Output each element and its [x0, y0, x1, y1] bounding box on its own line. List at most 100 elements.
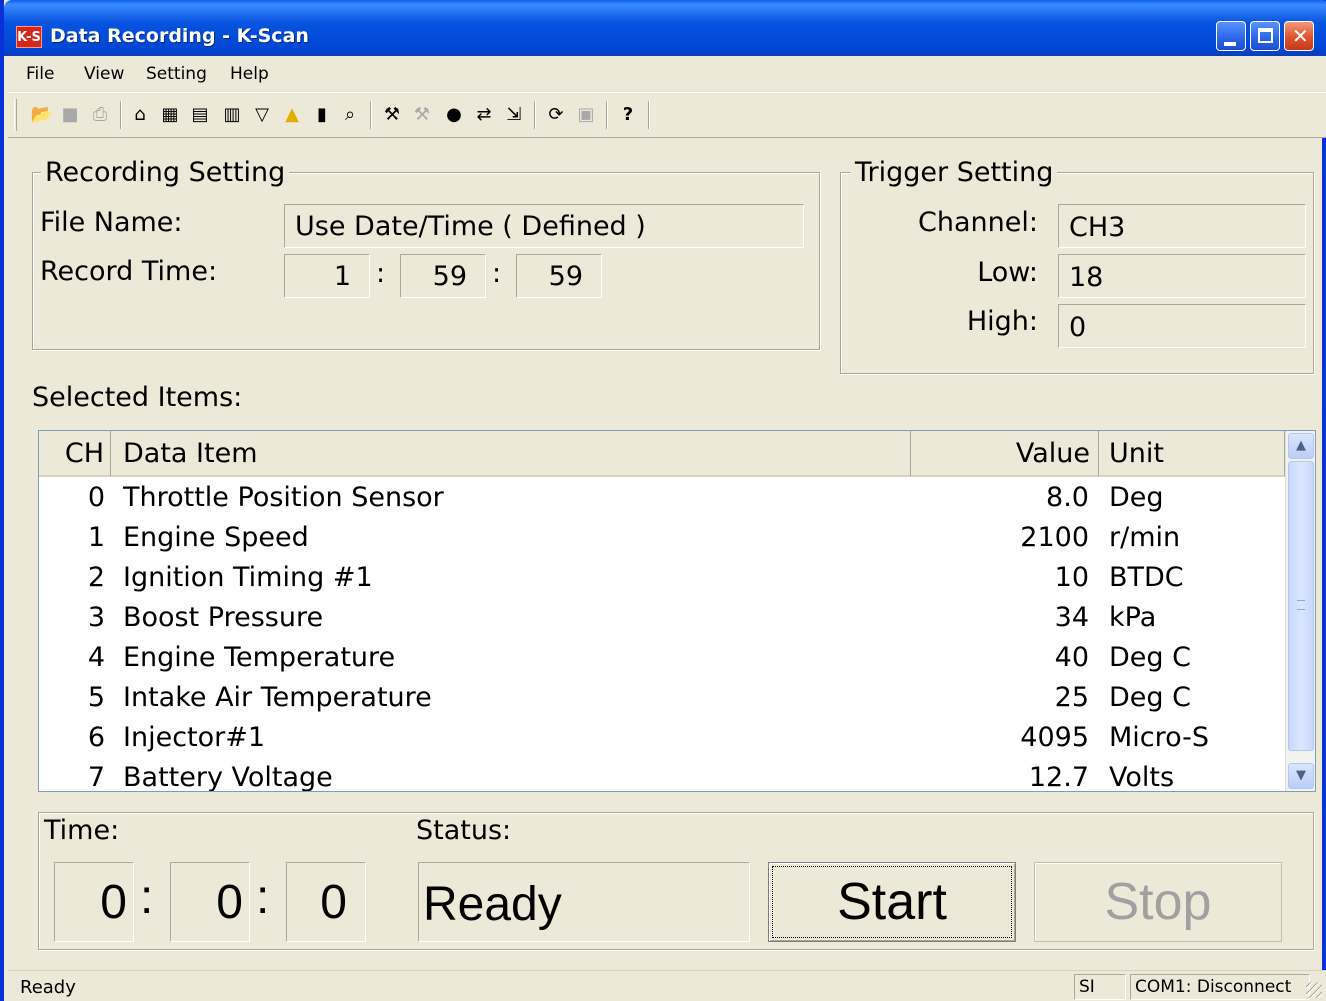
report-icon[interactable]: ▮	[310, 103, 334, 127]
row-ch: 2	[87, 562, 105, 593]
wrench-icon[interactable]: ⚒	[380, 103, 404, 127]
status-bar-text: Ready	[20, 977, 76, 998]
row-item: Battery Voltage	[123, 762, 333, 792]
table-row[interactable]: 2 Ignition Timing #1 10 BTDC	[39, 558, 1285, 598]
elapsed-seconds: 0	[286, 862, 366, 942]
row-unit: r/min	[1109, 522, 1181, 553]
resize-grip-icon[interactable]	[1306, 982, 1322, 998]
elapsed-separator: :	[140, 871, 154, 924]
row-ch: 0	[87, 482, 105, 513]
row-value: 2100	[1020, 522, 1089, 553]
table-row[interactable]: 1 Engine Speed 2100 r/min	[39, 518, 1285, 558]
file-name-label: File Name:	[40, 207, 183, 238]
record-hours-field[interactable]: 1	[284, 254, 370, 298]
trigger-setting-title: Trigger Setting	[851, 157, 1058, 188]
menu-help[interactable]: Help	[230, 64, 269, 84]
selected-items-list[interactable]: CH Data Item Value Unit 0 Throttle Posit…	[38, 430, 1316, 792]
info-icon[interactable]: ●	[442, 103, 466, 127]
record-minutes-field[interactable]: 59	[400, 254, 486, 298]
scroll-thumb[interactable]	[1288, 461, 1314, 751]
row-value: 25	[1054, 682, 1089, 713]
refresh-icon[interactable]: ⟳	[544, 103, 568, 127]
toolbar: 📂 ■ ⎙ ⌂ ▦ ▤ ▥ ▽ ▲ ▮ ⌕ ⚒ ⚒ ● ⇄ ⇲ ⟳ ▣ ?	[8, 92, 1326, 138]
start-button[interactable]: Start	[768, 862, 1016, 942]
row-unit: BTDC	[1109, 562, 1184, 593]
tool-disabled-icon[interactable]: ⚒	[410, 103, 434, 127]
menu-setting[interactable]: Setting	[146, 64, 207, 84]
toolbar-separator	[606, 101, 608, 129]
elapsed-minutes: 0	[170, 862, 250, 942]
scroll-down-button[interactable]: ▼	[1288, 763, 1314, 789]
row-ch: 5	[87, 682, 105, 713]
row-value: 12.7	[1028, 762, 1089, 792]
toolbar-separator	[648, 101, 650, 129]
low-label: Low:	[977, 257, 1038, 288]
row-value: 34	[1054, 602, 1089, 633]
table-row[interactable]: 4 Engine Temperature 40 Deg C	[39, 638, 1285, 678]
thumb-grip-icon	[1297, 600, 1305, 610]
table-row[interactable]: 5 Intake Air Temperature 25 Deg C	[39, 678, 1285, 718]
table-row[interactable]: 3 Boost Pressure 34 kPa	[39, 598, 1285, 638]
file-name-field[interactable]: Use Date/Time ( Defined )	[284, 204, 804, 248]
stop-button[interactable]: Stop	[1034, 862, 1282, 942]
grid-icon[interactable]: ▦	[158, 103, 182, 127]
bar-chart-icon[interactable]: ▥	[220, 103, 244, 127]
row-ch: 6	[87, 722, 105, 753]
maximize-icon	[1258, 28, 1273, 43]
export-icon[interactable]: ⇲	[502, 103, 526, 127]
save-icon[interactable]: ■	[58, 103, 82, 127]
maximize-button[interactable]	[1250, 21, 1280, 51]
row-item: Engine Speed	[123, 522, 309, 553]
scroll-up-button[interactable]: ▲	[1288, 433, 1314, 459]
column-header-unit[interactable]: Unit	[1099, 431, 1285, 477]
row-ch: 1	[87, 522, 105, 553]
row-ch: 7	[87, 762, 105, 792]
warning-icon[interactable]: ▲	[280, 103, 304, 127]
window-icon[interactable]: ▣	[574, 103, 598, 127]
toolbar-grip[interactable]	[14, 99, 17, 131]
toolbar-separator	[534, 101, 536, 129]
menu-view[interactable]: View	[84, 64, 124, 84]
help-icon[interactable]: ?	[616, 103, 640, 127]
row-ch: 4	[87, 642, 105, 673]
vertical-scrollbar[interactable]: ▲ ▼	[1285, 431, 1315, 791]
minimize-button[interactable]	[1216, 21, 1246, 51]
open-folder-icon[interactable]: 📂	[30, 103, 54, 127]
print-icon[interactable]: ⎙	[88, 103, 112, 127]
table-row[interactable]: 0 Throttle Position Sensor 8.0 Deg	[39, 478, 1285, 518]
row-item: Engine Temperature	[123, 642, 396, 673]
row-value: 4095	[1020, 722, 1089, 753]
menu-bar: File View Setting Help	[8, 56, 1326, 92]
column-header-ch[interactable]: CH	[39, 431, 111, 477]
low-field[interactable]: 18	[1058, 254, 1306, 298]
chevron-up-icon: ▲	[1296, 438, 1306, 453]
row-value: 10	[1054, 562, 1089, 593]
time-label: Time:	[44, 815, 120, 846]
table-row[interactable]: 6 Injector#1 4095 Micro-S	[39, 718, 1285, 758]
column-header-data-item[interactable]: Data Item	[111, 431, 911, 477]
window-title: Data Recording - K-Scan	[50, 25, 309, 47]
channel-field[interactable]: CH3	[1058, 204, 1306, 248]
title-bar[interactable]: K-S Data Recording - K-Scan ✕	[4, 0, 1326, 56]
home-icon[interactable]: ⌂	[128, 103, 152, 127]
elapsed-separator: :	[256, 871, 270, 924]
close-button[interactable]: ✕	[1284, 21, 1314, 51]
status-bar: Ready SI COM1: Disconnect	[8, 970, 1326, 1001]
row-value: 8.0	[1046, 482, 1089, 513]
close-icon: ✕	[1292, 24, 1309, 48]
row-item: Throttle Position Sensor	[123, 482, 444, 513]
row-unit: kPa	[1109, 602, 1157, 633]
filter-icon[interactable]: ▽	[250, 103, 274, 127]
row-unit: Micro-S	[1109, 722, 1210, 753]
record-seconds-field[interactable]: 59	[516, 254, 602, 298]
column-header-value[interactable]: Value	[911, 431, 1099, 477]
row-value: 40	[1054, 642, 1089, 673]
compare-icon[interactable]: ⇄	[472, 103, 496, 127]
preview-icon[interactable]: ⌕	[338, 103, 362, 127]
high-label: High:	[966, 306, 1038, 337]
menu-file[interactable]: File	[26, 64, 54, 84]
high-field[interactable]: 0	[1058, 304, 1306, 348]
list-icon[interactable]: ▤	[188, 103, 212, 127]
elapsed-hours: 0	[54, 862, 134, 942]
table-row[interactable]: 7 Battery Voltage 12.7 Volts	[39, 758, 1285, 792]
